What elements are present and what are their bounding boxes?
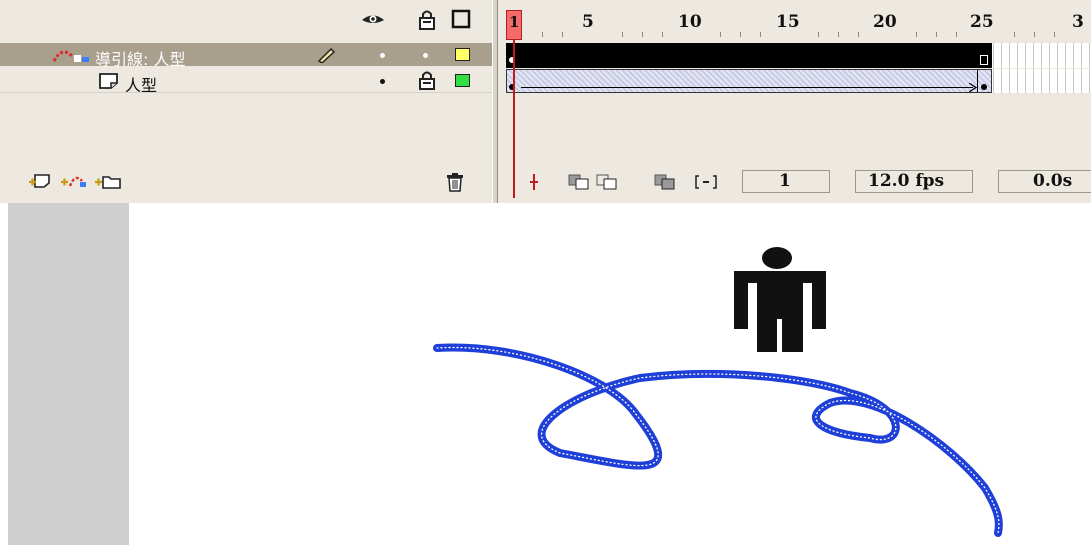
- layer-row-guide[interactable]: 導引線: 人型: [0, 43, 492, 69]
- motion-guide-icon: [52, 50, 89, 62]
- timeline-panel: 導引線: 人型 人型 5 10 15 20 25 3 1 1 12.0 fps …: [0, 0, 1091, 203]
- layer-name-guide[interactable]: 導引線: 人型: [95, 46, 185, 70]
- lock-icon[interactable]: [418, 70, 436, 91]
- ruler-label: 3: [1072, 12, 1084, 32]
- stage-canvas[interactable]: [0, 203, 1091, 545]
- layers-panel: 導引線: 人型 人型: [0, 0, 492, 203]
- tween-arrowhead-icon: [969, 83, 977, 92]
- playhead-line: [513, 40, 515, 198]
- center-frame-icon[interactable]: [526, 173, 542, 191]
- edit-multiple-frames-icon[interactable]: [654, 174, 676, 190]
- keyframe-end[interactable]: [980, 55, 988, 65]
- lock-dot[interactable]: [423, 53, 428, 58]
- ruler-label: 10: [678, 12, 702, 32]
- frame-rate-display[interactable]: 12.0 fps: [855, 170, 973, 193]
- add-motion-guide-icon[interactable]: [60, 172, 88, 190]
- current-frame-display: 1: [742, 170, 830, 193]
- ruler-label: 20: [873, 12, 897, 32]
- visibility-dot[interactable]: [380, 53, 385, 58]
- outline-icon[interactable]: [451, 9, 471, 29]
- playhead-frame-number: 1: [509, 13, 520, 31]
- layer-color-swatch[interactable]: [455, 74, 470, 87]
- tween-arrow-line: [521, 87, 973, 88]
- onion-skin-icon[interactable]: [568, 174, 590, 190]
- layer-row-figure[interactable]: 人型: [0, 69, 492, 96]
- layer-icon: [99, 73, 118, 89]
- keyframe-end[interactable]: [981, 84, 987, 90]
- frame-ruler[interactable]: 5 10 15 20 25 3: [498, 0, 1091, 40]
- frame-span-guide[interactable]: [506, 43, 992, 68]
- motion-guide-curve[interactable]: [433, 343, 1003, 537]
- modify-onion-markers-icon[interactable]: [694, 174, 718, 190]
- trash-icon[interactable]: [445, 172, 465, 192]
- visibility-dot[interactable]: [380, 79, 385, 84]
- playhead[interactable]: 1: [506, 10, 522, 40]
- insert-folder-icon[interactable]: [94, 172, 122, 190]
- lock-icon[interactable]: [418, 9, 436, 31]
- eye-icon[interactable]: [360, 9, 386, 29]
- frames-panel: 5 10 15 20 25 3 1 1 12.0 fps 0.0s: [498, 0, 1091, 203]
- ruler-label: 25: [970, 12, 994, 32]
- layer-name-figure[interactable]: 人型: [125, 72, 157, 96]
- insert-layer-icon[interactable]: [28, 172, 52, 190]
- elapsed-time-display: 0.0s: [998, 170, 1091, 193]
- ruler-label: 5: [582, 12, 594, 32]
- onion-skin-outlines-icon[interactable]: [596, 174, 618, 190]
- ruler-label: 15: [776, 12, 800, 32]
- motion-tween-span[interactable]: [506, 69, 992, 93]
- layer-color-swatch[interactable]: [455, 48, 470, 61]
- pencil-icon: [317, 47, 336, 63]
- person-figure-icon[interactable]: [734, 247, 826, 352]
